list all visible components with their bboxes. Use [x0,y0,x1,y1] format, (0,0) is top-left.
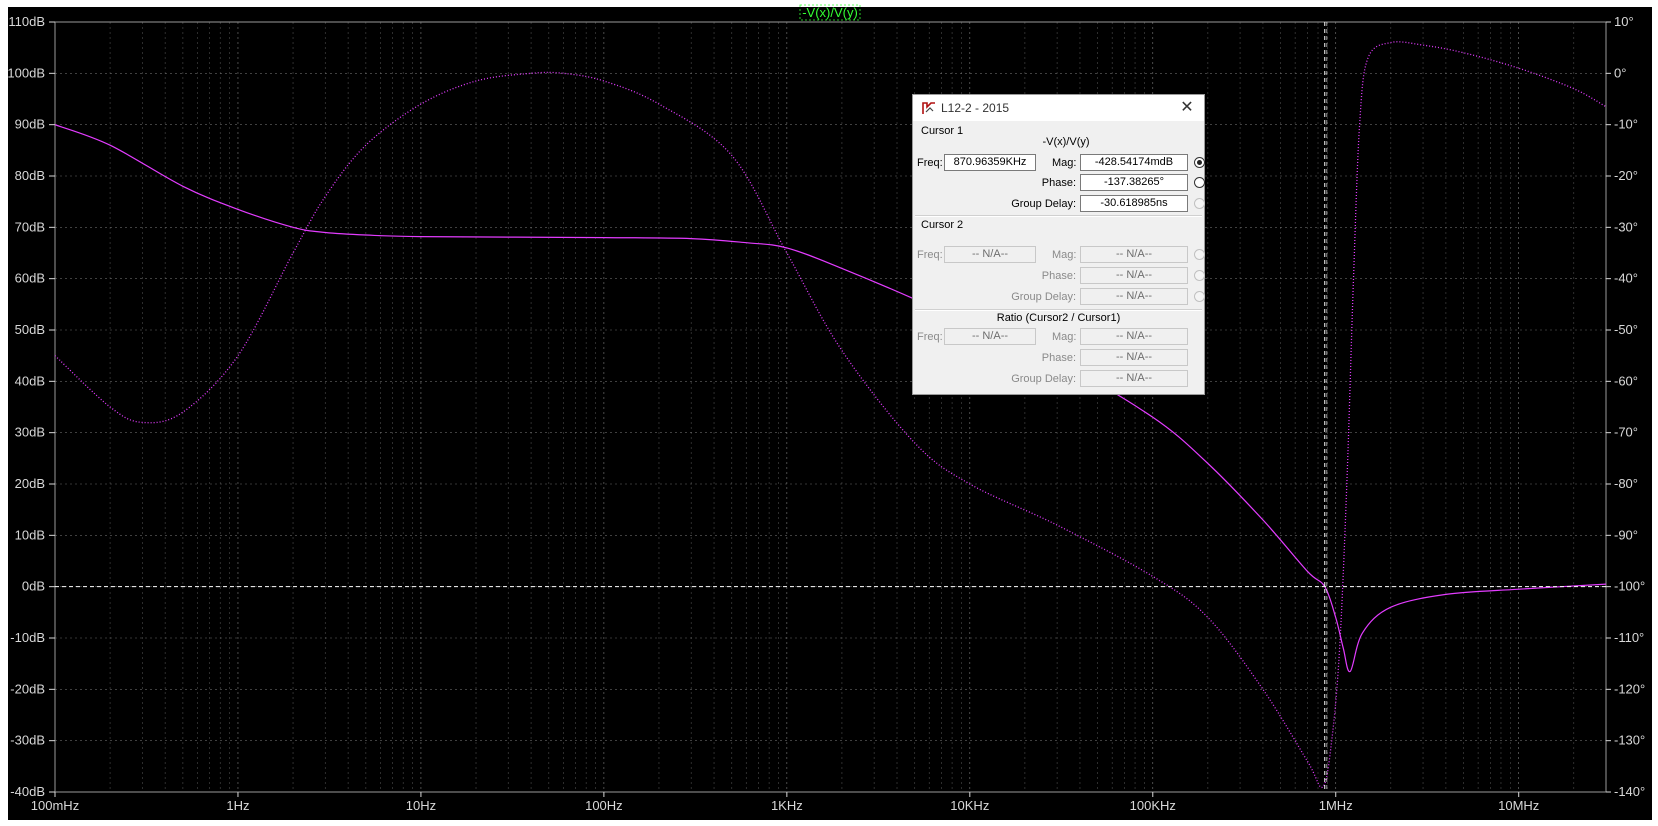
y-tick-label-right: -130° [1614,733,1645,748]
y-tick-label-left: 60dB [15,271,45,286]
y-tick-label-right: -90° [1614,527,1638,542]
cursor1-mag-radio[interactable] [1194,157,1205,168]
y-tick-label-right: -80° [1614,476,1638,491]
separator [915,215,1202,217]
cursor1-group-delay-label: Group Delay: [1011,198,1076,210]
y-tick-label-left: 30dB [15,425,45,440]
ratio-heading: Ratio (Cursor2 / Cursor1) [996,312,1121,324]
x-tick-label: 100Hz [585,798,623,813]
x-tick-label: 10KHz [950,798,989,813]
y-tick-label-right: -10° [1614,117,1638,132]
axis-ticks: 110dB 100dB 90dB 80dB 70dB 60dB 50dB 40dB 30dB 20… [7,14,1645,813]
x-tick-label: 100mHz [31,798,79,813]
cursor2-mag-label: Mag: [1052,249,1077,261]
bode-plot[interactable]: 110dB 100dB 90dB 80dB 70dB 60dB 50dB 40dB 30dB 20… [0,0,1658,826]
cursor1-heading: Cursor 1 [921,125,964,137]
ratio-mag-label: Mag: [1052,331,1077,343]
cursor2-mag-radio[interactable] [1194,249,1205,260]
cursor2-freq-field[interactable]: -- N/A-- [944,246,1036,263]
plot-border [54,21,1607,793]
y-tick-label-right: -40° [1614,271,1638,286]
grid [54,21,1607,793]
cursor2-group-delay-radio[interactable] [1194,291,1205,302]
x-tick-label: 1Hz [226,798,249,813]
trace-label[interactable]: -V(x)/V(y) [802,5,858,20]
y-tick-label-left: 90dB [15,117,45,132]
y-tick-label-left: 110dB [8,14,45,29]
ratio-group-delay-label: Group Delay: [1011,373,1076,385]
y-tick-label-right: -110° [1614,630,1644,645]
x-tick-label: 1KHz [771,798,803,813]
dialog-title: L12-2 - 2015 [941,101,1010,115]
y-tick-label-left: 100dB [7,65,45,80]
curves [54,41,1607,789]
cursor2-group-delay-label: Group Delay: [1011,291,1076,303]
y-tick-label-left: 10dB [15,527,45,542]
cursor1-phase-radio[interactable] [1194,177,1205,188]
y-tick-label-left: -20dB [10,681,45,696]
y-tick-label-right: 0° [1614,65,1626,80]
y-tick-label-right: -70° [1614,425,1638,440]
cursor-layer[interactable] [55,22,1606,792]
ratio-phase-label: Phase: [1041,352,1076,364]
close-icon[interactable]: ✕ [1176,97,1198,119]
cursor2-group-delay-field[interactable]: -- N/A-- [1080,288,1188,305]
x-tick-label: 10MHz [1498,798,1539,813]
y-tick-label-left: 50dB [15,322,45,337]
x-tick-label: 100KHz [1130,798,1176,813]
cursor1-freq-label: Freq: [917,157,943,169]
cursor2-phase-label: Phase: [1041,270,1076,282]
y-tick-label-left: -40dB [10,784,45,799]
y-tick-label-left: 80dB [15,168,45,183]
y-tick-label-right: 10° [1614,14,1634,29]
y-tick-label-left: 70dB [15,219,45,234]
cursor2-freq-label: Freq: [917,249,943,261]
dialog-titlebar[interactable]: L12-2 - 2015 ✕ [913,95,1204,121]
cursor-dialog[interactable]: L12-2 - 2015 ✕ Cursor 1 -V(x)/V(y) Freq:… [912,94,1205,395]
ratio-phase-field[interactable]: -- N/A-- [1080,349,1188,366]
ltspice-icon [922,102,935,114]
x-tick-label: 1MHz [1319,798,1353,813]
y-tick-label-right: -120° [1614,681,1645,696]
ratio-freq-field[interactable]: -- N/A-- [944,328,1036,345]
cursor1-freq-field[interactable]: 870.96359KHz [944,154,1036,171]
y-tick-label-left: -10dB [10,630,45,645]
cursor1-expression: -V(x)/V(y) [1042,136,1090,148]
y-tick-label-right: -50° [1614,322,1638,337]
y-tick-label-right: -20° [1614,168,1638,183]
y-tick-label-right: -30° [1614,219,1638,234]
ratio-group-delay-field[interactable]: -- N/A-- [1080,370,1188,387]
cursor1-mag-label: Mag: [1052,157,1077,169]
magnitude-curve [54,124,1607,673]
y-tick-label-left: 0dB [22,579,45,594]
y-tick-label-right: -140° [1614,784,1645,799]
x-tick-label: 10Hz [406,798,436,813]
y-tick-label-right: -100° [1614,579,1645,594]
ratio-freq-label: Freq: [917,331,943,343]
cursor2-heading: Cursor 2 [921,219,964,231]
cursor2-mag-field[interactable]: -- N/A-- [1080,246,1188,263]
phase-curve [54,41,1607,789]
cursor2-phase-radio[interactable] [1194,270,1205,281]
y-tick-label-left: 40dB [15,373,45,388]
separator [915,309,1202,311]
cursor1-group-delay-radio[interactable] [1194,198,1205,209]
cursor1-group-delay-field[interactable]: -30.618985ns [1080,195,1188,212]
cursor1-phase-field[interactable]: -137.38265° [1080,174,1188,191]
ratio-mag-field[interactable]: -- N/A-- [1080,328,1188,345]
y-tick-label-right: -60° [1614,373,1638,388]
y-tick-label-left: -30dB [10,733,45,748]
cursor1-mag-field[interactable]: -428.54174mdB [1080,154,1188,171]
cursor1-phase-label: Phase: [1041,177,1076,189]
y-tick-label-left: 20dB [15,476,45,491]
cursor2-phase-field[interactable]: -- N/A-- [1080,267,1188,284]
